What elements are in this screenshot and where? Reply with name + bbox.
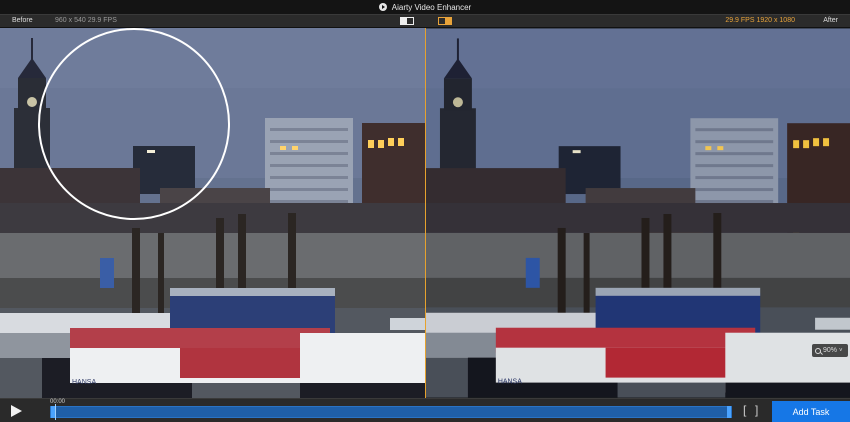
magnifier-icon xyxy=(815,347,821,354)
before-preview: HANSA xyxy=(0,28,425,398)
comparison-info-bar: Before 960 x 540 29.9 FPS 29.9 FPS 1920 … xyxy=(0,14,850,28)
set-out-point-button[interactable]: ] xyxy=(755,403,758,417)
trim-end-handle[interactable] xyxy=(727,406,731,418)
magnifier-circle[interactable] xyxy=(38,28,230,220)
zoom-value: 90% xyxy=(823,347,838,354)
play-icon[interactable] xyxy=(11,405,22,417)
after-video-frame: HANSA xyxy=(426,28,850,398)
chevron-down-icon: ˅ xyxy=(839,347,843,354)
before-resolution-info: 960 x 540 29.9 FPS xyxy=(55,17,117,24)
zoom-control[interactable]: 90% ˅ xyxy=(812,344,848,357)
play-logo-icon xyxy=(378,3,387,11)
compare-divider[interactable] xyxy=(424,28,426,398)
side-by-side-toggle-icon[interactable] xyxy=(438,17,452,25)
after-resolution-info: 29.9 FPS 1920 x 1080 xyxy=(725,17,795,24)
preview-viewer[interactable]: HANSA HANSA xyxy=(0,28,850,398)
title-bar: Aiarty Video Enhancer xyxy=(0,0,850,14)
add-task-button[interactable]: Add Task xyxy=(772,401,850,422)
playhead[interactable] xyxy=(55,404,56,420)
current-time: 00:00 xyxy=(50,399,66,405)
after-label: After xyxy=(823,17,838,24)
playback-controls: 00:00 [ ] Add Task xyxy=(0,398,850,422)
before-label: Before xyxy=(12,17,33,24)
boat-name-label: HANSA xyxy=(72,379,96,386)
boat-name-label: HANSA xyxy=(498,379,522,386)
split-view-toggle-icon[interactable] xyxy=(400,17,414,25)
set-in-point-button[interactable]: [ xyxy=(743,403,746,417)
timeline-track[interactable] xyxy=(50,404,732,420)
app-title: Aiarty Video Enhancer xyxy=(391,2,472,12)
after-preview: HANSA xyxy=(426,28,850,398)
